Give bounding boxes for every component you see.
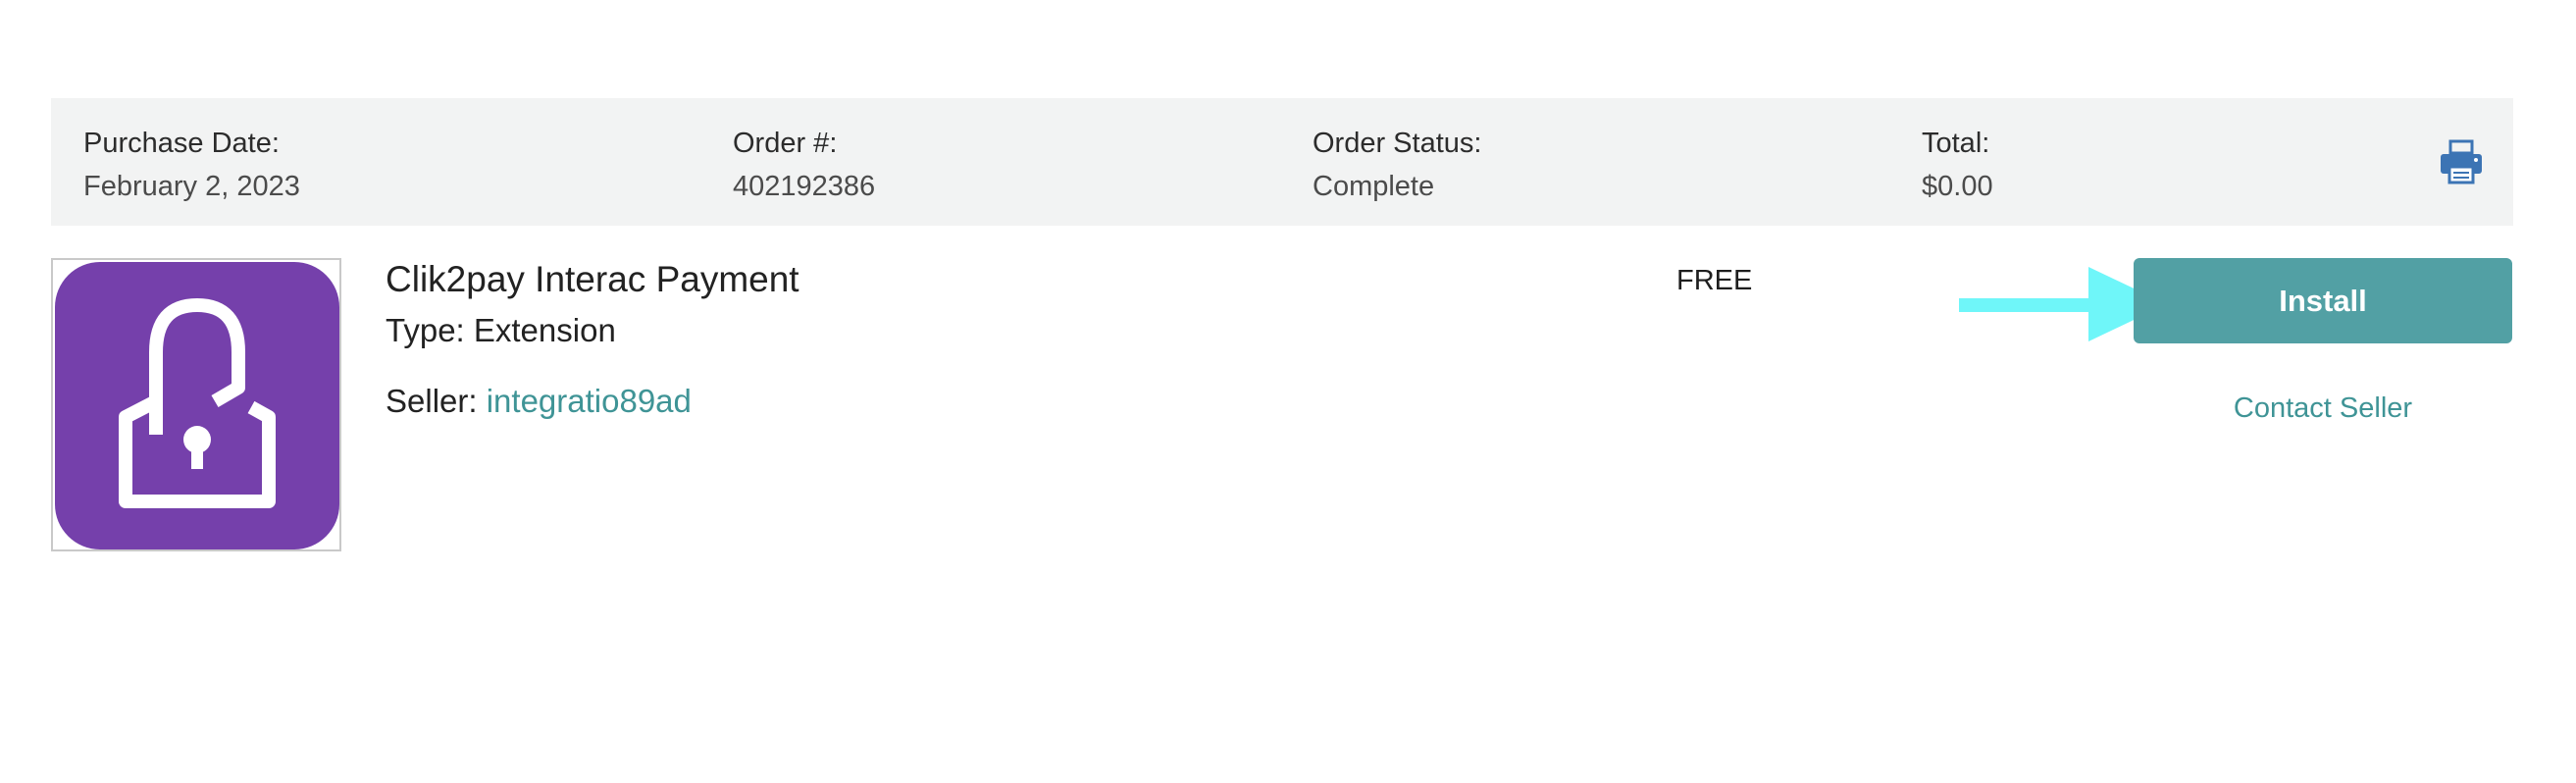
install-button[interactable]: Install bbox=[2134, 258, 2512, 343]
order-total-field: Total: $0.00 bbox=[1922, 126, 1993, 204]
print-button[interactable] bbox=[2437, 137, 2486, 186]
purchase-date-value: February 2, 2023 bbox=[83, 171, 300, 202]
product-thumbnail[interactable] bbox=[51, 258, 341, 551]
order-status-label: Order Status: bbox=[1313, 128, 1482, 159]
order-status-value: Complete bbox=[1313, 171, 1435, 202]
printer-icon bbox=[2441, 139, 2482, 184]
product-price: FREE bbox=[1676, 265, 1753, 296]
product-type: Type: Extension bbox=[386, 312, 616, 348]
order-number-label: Order #: bbox=[733, 128, 838, 159]
seller-link[interactable]: integratio89ad bbox=[487, 383, 692, 419]
order-summary-bar: Purchase Date: February 2, 2023 Order #:… bbox=[51, 98, 2513, 226]
product-logo-tile bbox=[55, 262, 339, 549]
purchase-date-label: Purchase Date: bbox=[83, 128, 280, 159]
order-number-value: 402192386 bbox=[733, 171, 876, 202]
product-seller: Seller: integratio89ad bbox=[386, 381, 692, 422]
product-name[interactable]: Clik2pay Interac Payment bbox=[386, 257, 799, 302]
purchase-date-field: Purchase Date: February 2, 2023 bbox=[83, 126, 300, 204]
lock-person-icon bbox=[119, 298, 276, 508]
order-total-label: Total: bbox=[1922, 128, 1990, 159]
contact-seller-link[interactable]: Contact Seller bbox=[2134, 391, 2512, 426]
seller-label: Seller: bbox=[386, 383, 487, 419]
order-total-value: $0.00 bbox=[1922, 171, 1993, 202]
order-status-field: Order Status: Complete bbox=[1313, 126, 1481, 204]
order-number-field: Order #: 402192386 bbox=[733, 126, 875, 204]
